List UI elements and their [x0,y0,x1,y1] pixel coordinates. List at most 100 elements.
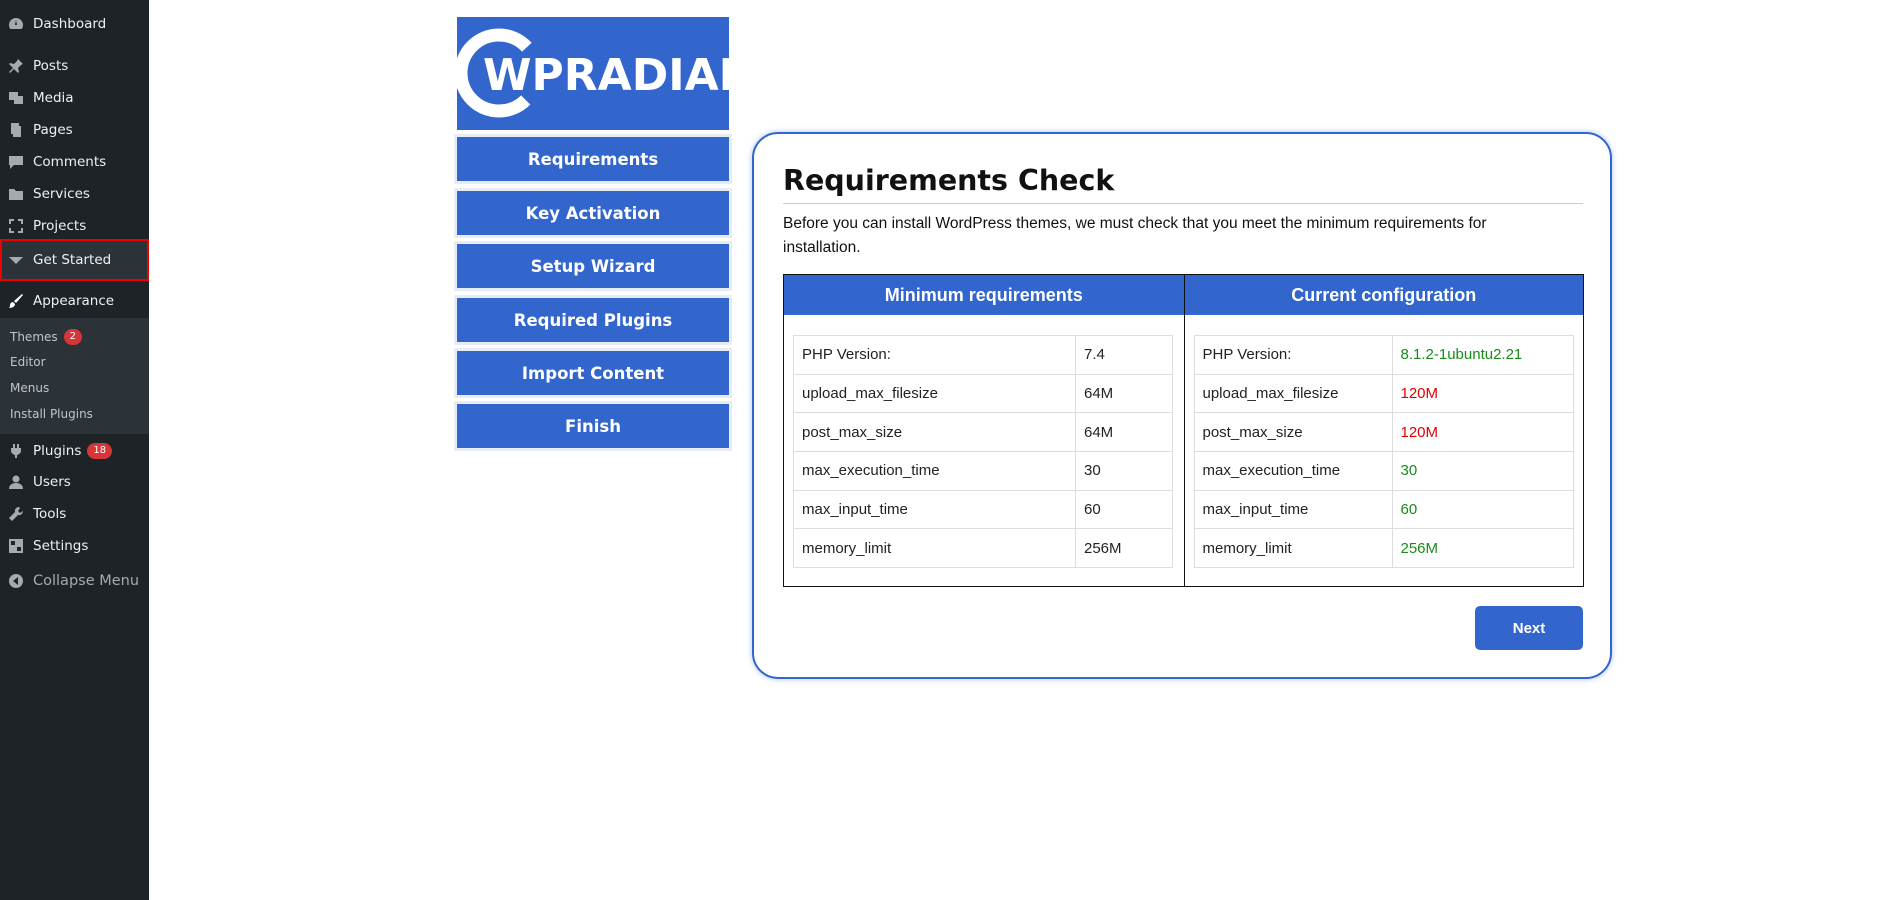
step-setup-wizard[interactable]: Setup Wizard [457,244,729,288]
menu-label: Dashboard [33,16,107,32]
menu-item-tools[interactable]: Tools [0,499,149,529]
step-requirements[interactable]: Requirements [457,137,729,181]
menu-label: Settings [33,538,89,554]
menu-item-settings[interactable]: Settings [0,531,149,561]
menu-item-plugins[interactable]: Plugins 18 [0,436,149,466]
submenu-label: Editor [10,355,46,369]
menu-item-posts[interactable]: Posts [0,51,149,81]
dashboard-icon [7,15,25,33]
table-row: max_execution_time 30 [1193,451,1574,491]
collapse-menu-button[interactable]: Collapse Menu [0,566,149,596]
current-table: PHP Version: 8.1.2-1ubuntu2.21 upload_max… [1193,335,1574,569]
submenu-item-themes[interactable]: Themes 2 [10,329,83,345]
setting-name: memory_limit [1193,528,1393,569]
step-key-activation[interactable]: Key Activation [457,191,729,235]
menu-item-dashboard[interactable]: Dashboard [0,9,149,39]
user-icon [7,473,25,491]
menu-label: Services [33,186,90,202]
setting-name: post_max_size [1193,412,1393,453]
menu-label: Pages [33,122,73,138]
requirements-card: Requirements Check Before you can instal… [752,132,1612,679]
card-description: Before you can install WordPress themes,… [783,215,1487,256]
menu-item-projects[interactable]: Projects [0,211,149,241]
step-finish[interactable]: Finish [457,404,729,448]
menu-item-appearance[interactable]: Appearance [0,286,149,316]
current-configuration-column: Current configuration PHP Version: 8.1.2-… [1183,275,1583,586]
menu-label: Users [33,474,71,490]
next-button[interactable]: Next [1475,606,1583,650]
minimum-table: PHP Version: 7.4 upload_max_filesize 64M p… [793,335,1173,569]
menu-label: Get Started [33,252,112,268]
wizard-steps: WPRADIANT Requirements Key Activation Se… [457,17,729,448]
menu-item-users[interactable]: Users [0,467,149,497]
menu-label: Tools [33,506,67,522]
setting-value: 120M [1391,412,1574,453]
setting-value: 120M [1391,373,1574,414]
setting-value: 60 [1391,489,1574,530]
table-row: post_max_size 120M [1193,412,1574,453]
setting-name: upload_max_filesize [793,373,1076,414]
submenu-label: Menus [10,381,50,395]
menu-label: Comments [33,154,107,170]
table-row: upload_max_filesize 64M [793,373,1173,414]
setting-value: 8.1.2-1ubuntu2.21 [1391,335,1574,375]
setting-value: 256M [1391,528,1574,569]
menu-label: Media [33,90,74,106]
step-required-plugins[interactable]: Required Plugins [457,298,729,342]
menu-item-comments[interactable]: Comments [0,147,149,177]
collapse-icon [7,572,25,590]
table-row: post_max_size 64M [793,412,1173,453]
submenu-label: Install Plugins [10,407,93,421]
table-row: PHP Version: 7.4 [793,335,1173,375]
setting-name: max_input_time [793,489,1076,530]
requirements-table: Minimum requirements PHP Version: 7.4 upl… [783,274,1584,587]
table-row: memory_limit 256M [1193,528,1574,569]
submenu-item-editor[interactable]: Editor [10,355,46,369]
menu-item-get-started[interactable]: Get Started [0,239,149,281]
setting-name: PHP Version: [793,335,1076,375]
page-title: Requirements Check [783,164,1115,197]
menu-label: Plugins [33,443,82,459]
plug-icon [7,442,25,460]
setting-name: upload_max_filesize [1193,373,1393,414]
setting-name: PHP Version: [1193,335,1393,375]
logo-text: WPRADIANT [483,50,729,101]
setting-value: 60 [1075,489,1173,530]
pages-icon [7,121,25,139]
setting-value: 256M [1075,528,1173,569]
setting-name: max_execution_time [793,451,1076,491]
update-count-badge: 18 [87,443,113,459]
submenu-label: Themes [10,330,58,344]
step-import-content[interactable]: Import Content [457,351,729,395]
admin-sidebar: Dashboard Posts Media Pages Comments Ser… [0,0,149,900]
menu-label: Posts [33,58,69,74]
setting-name: max_execution_time [1193,451,1393,491]
table-row: PHP Version: 8.1.2-1ubuntu2.21 [1193,335,1574,375]
column-header: Current configuration [1184,275,1583,315]
submenu-item-menus[interactable]: Menus [10,381,49,395]
chevron-down-icon [7,251,25,269]
submenu-item-install-plugins[interactable]: Install Plugins [10,407,93,421]
settings-icon [7,537,25,555]
menu-item-media[interactable]: Media [0,83,149,113]
wpradiant-logo: WPRADIANT [457,17,729,130]
setting-value: 7.4 [1075,335,1173,375]
pin-icon [7,57,25,75]
setting-value: 30 [1391,451,1574,491]
wrench-icon [7,505,25,523]
setting-value: 64M [1075,412,1173,453]
minimum-requirements-column: Minimum requirements PHP Version: 7.4 upl… [784,275,1184,586]
menu-item-pages[interactable]: Pages [0,115,149,145]
table-row: upload_max_filesize 120M [1193,373,1574,414]
table-row: memory_limit 256M [793,528,1173,569]
table-row: max_execution_time 30 [793,451,1173,491]
appearance-submenu: Themes 2 Editor Menus Install Plugins [0,318,149,434]
expand-icon [7,217,25,235]
setting-name: memory_limit [793,528,1076,569]
comment-icon [7,153,25,171]
setting-value: 30 [1075,451,1173,491]
column-header: Minimum requirements [784,275,1184,315]
menu-label: Appearance [33,293,115,309]
menu-item-services[interactable]: Services [0,179,149,209]
setting-name: post_max_size [793,412,1076,453]
